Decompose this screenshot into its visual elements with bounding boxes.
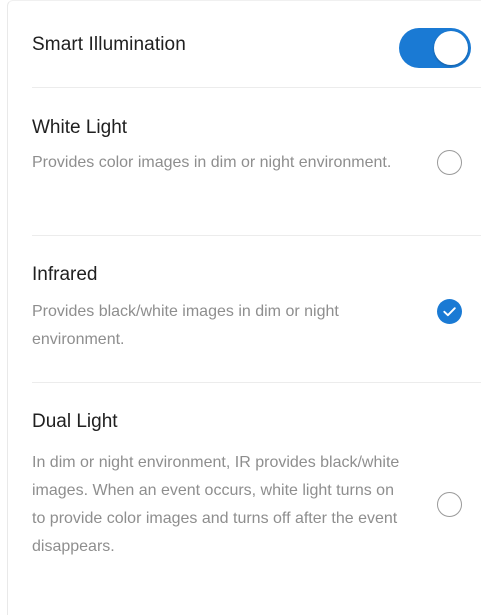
smart-illumination-label: Smart Illumination bbox=[32, 34, 186, 55]
smart-illumination-toggle[interactable] bbox=[399, 28, 471, 68]
toggle-knob bbox=[434, 31, 468, 65]
option-description: In dim or night environment, IR provides… bbox=[32, 454, 400, 555]
option-title: White Light bbox=[32, 117, 128, 138]
option-description: Provides color images in dim or night en… bbox=[32, 154, 392, 171]
checkmark-icon[interactable] bbox=[437, 299, 462, 324]
checkmark-icon-svg bbox=[443, 307, 456, 317]
option-title: Infrared bbox=[32, 264, 98, 285]
illumination-settings-panel: Smart Illumination White Light Provides … bbox=[7, 0, 481, 615]
option-description: Provides black/white images in dim or ni… bbox=[32, 303, 339, 348]
option-infrared[interactable]: Infrared Provides black/white images in … bbox=[32, 236, 481, 383]
radio-empty-icon[interactable] bbox=[437, 150, 462, 175]
radio-empty-icon[interactable] bbox=[437, 492, 462, 517]
smart-illumination-row: Smart Illumination bbox=[32, 1, 481, 88]
option-title: Dual Light bbox=[32, 411, 118, 432]
option-white-light[interactable]: White Light Provides color images in dim… bbox=[32, 87, 481, 236]
option-dual-light[interactable]: Dual Light In dim or night environment, … bbox=[32, 383, 481, 616]
